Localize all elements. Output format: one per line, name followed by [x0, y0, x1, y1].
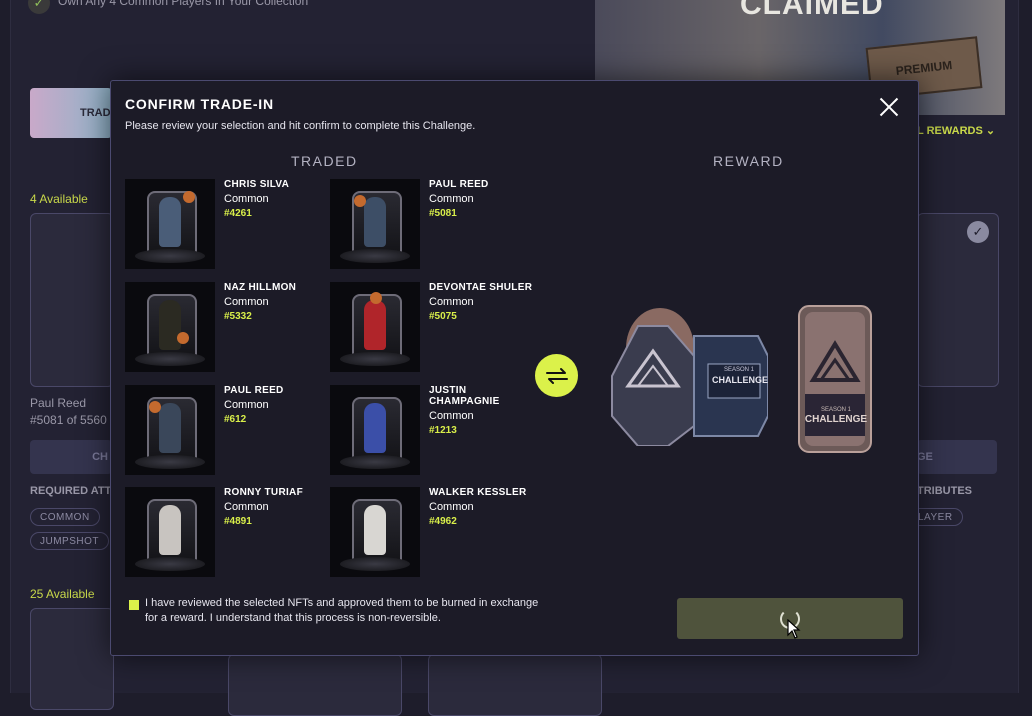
- attribute-chip-common: COMMON: [30, 508, 100, 526]
- confirm-trade-in-modal: CONFIRM TRADE-IN Please review your sele…: [110, 80, 919, 656]
- nft-thumbnail: [330, 487, 420, 577]
- nft-player-name: DEVONTAE SHULER: [429, 282, 533, 293]
- card-challenge-label: CHALLENGE: [804, 414, 868, 425]
- all-rewards-label: L REWARDS: [917, 125, 983, 137]
- collection-card[interactable]: [30, 608, 114, 710]
- consent-checkbox[interactable]: [129, 600, 139, 610]
- nft-serial: #1213: [429, 425, 457, 436]
- player-name: Paul Reed: [30, 396, 87, 410]
- nft-player-name: JUSTIN CHAMPAGNIE: [429, 385, 500, 407]
- hero-title: CLAIMED: [740, 0, 884, 21]
- nft-thumbnail: [330, 179, 420, 269]
- nft-thumbnail: [330, 385, 420, 475]
- nft-thumbnail: [330, 282, 420, 372]
- traded-nft-card: DEVONTAE SHULER Common #5075: [330, 282, 532, 372]
- nft-thumbnail: [125, 282, 215, 372]
- nft-thumbnail: [125, 487, 215, 577]
- traded-nft-card: PAUL REED Common #612: [125, 385, 325, 475]
- selected-check-icon: ✓: [967, 221, 989, 243]
- traded-nft-card: CHRIS SILVA Common #4261: [125, 179, 325, 269]
- requirement-text: Own Any 4 Common Players In Your Collect…: [58, 0, 309, 8]
- nft-serial: #612: [224, 414, 247, 425]
- nft-player-name: WALKER KESSLER: [429, 487, 527, 498]
- available-count-top: 4 Available: [30, 192, 88, 206]
- traded-nft-card: JUSTIN CHAMPAGNIE Common #1213: [330, 385, 530, 475]
- collection-card[interactable]: [228, 654, 402, 716]
- trade-button[interactable]: TRAD: [30, 88, 112, 138]
- reward-card-image: [797, 304, 873, 454]
- traded-nft-card: PAUL REED Common #5081: [330, 179, 530, 269]
- close-icon[interactable]: [875, 93, 903, 121]
- traded-nft-card: NAZ HILLMON Common #5332: [125, 282, 325, 372]
- collection-card[interactable]: [917, 213, 999, 387]
- collection-card[interactable]: [428, 654, 602, 716]
- nft-rarity: Common: [429, 410, 474, 422]
- nft-serial: #4261: [224, 208, 252, 219]
- nft-thumbnail: [125, 179, 215, 269]
- challenge-button-right[interactable]: GE: [917, 440, 997, 474]
- nft-player-name: CHRIS SILVA: [224, 179, 290, 190]
- nft-player-name: RONNY TURIAF: [224, 487, 303, 498]
- nft-rarity: Common: [429, 296, 474, 308]
- nft-thumbnail: [125, 385, 215, 475]
- nft-serial: #5081: [429, 208, 457, 219]
- traded-nft-card: WALKER KESSLER Common #4962: [330, 487, 530, 577]
- modal-title: CONFIRM TRADE-IN: [125, 96, 274, 112]
- pack-season-label: SEASON 1: [723, 367, 754, 373]
- nft-rarity: Common: [224, 296, 269, 308]
- nft-rarity: Common: [429, 193, 474, 205]
- challenge-button[interactable]: CH: [30, 440, 112, 474]
- traded-header: TRADED: [291, 153, 358, 169]
- modal-subtitle: Please review your selection and hit con…: [125, 120, 476, 132]
- consent-text: I have reviewed the selected NFTs and ap…: [145, 597, 539, 624]
- chevron-down-icon: ⌄: [985, 125, 996, 137]
- nft-serial: #4962: [429, 516, 457, 527]
- pack-challenge-label: CHALLENGE: [712, 375, 768, 385]
- nft-player-name: PAUL REED: [224, 385, 284, 396]
- required-attributes-label-right: TRIBUTES: [917, 485, 972, 497]
- nft-rarity: Common: [224, 399, 269, 411]
- nft-player-name: PAUL REED: [429, 179, 489, 190]
- mouse-cursor-icon: [787, 619, 801, 639]
- available-count-bottom: 25 Available: [30, 587, 95, 601]
- nft-serial: #5075: [429, 311, 457, 322]
- collection-card[interactable]: [30, 213, 114, 387]
- reward-header: REWARD: [713, 153, 784, 169]
- nft-player-name: NAZ HILLMON: [224, 282, 297, 293]
- nft-serial: #5332: [224, 311, 252, 322]
- all-rewards-toggle[interactable]: L REWARDS ⌄: [917, 124, 995, 137]
- nft-rarity: Common: [224, 193, 269, 205]
- attribute-chip-jumpshot: JUMPSHOT: [30, 532, 109, 550]
- required-attributes-label: REQUIRED ATT: [30, 485, 112, 497]
- nft-serial: #4891: [224, 516, 252, 527]
- traded-nft-card: RONNY TURIAF Common #4891: [125, 487, 325, 577]
- nft-rarity: Common: [224, 501, 269, 513]
- swap-arrows-icon: [535, 354, 578, 397]
- nft-rarity: Common: [429, 501, 474, 513]
- card-season-label: SEASON 1: [820, 407, 851, 413]
- player-number: #5081 of 5560: [30, 413, 107, 427]
